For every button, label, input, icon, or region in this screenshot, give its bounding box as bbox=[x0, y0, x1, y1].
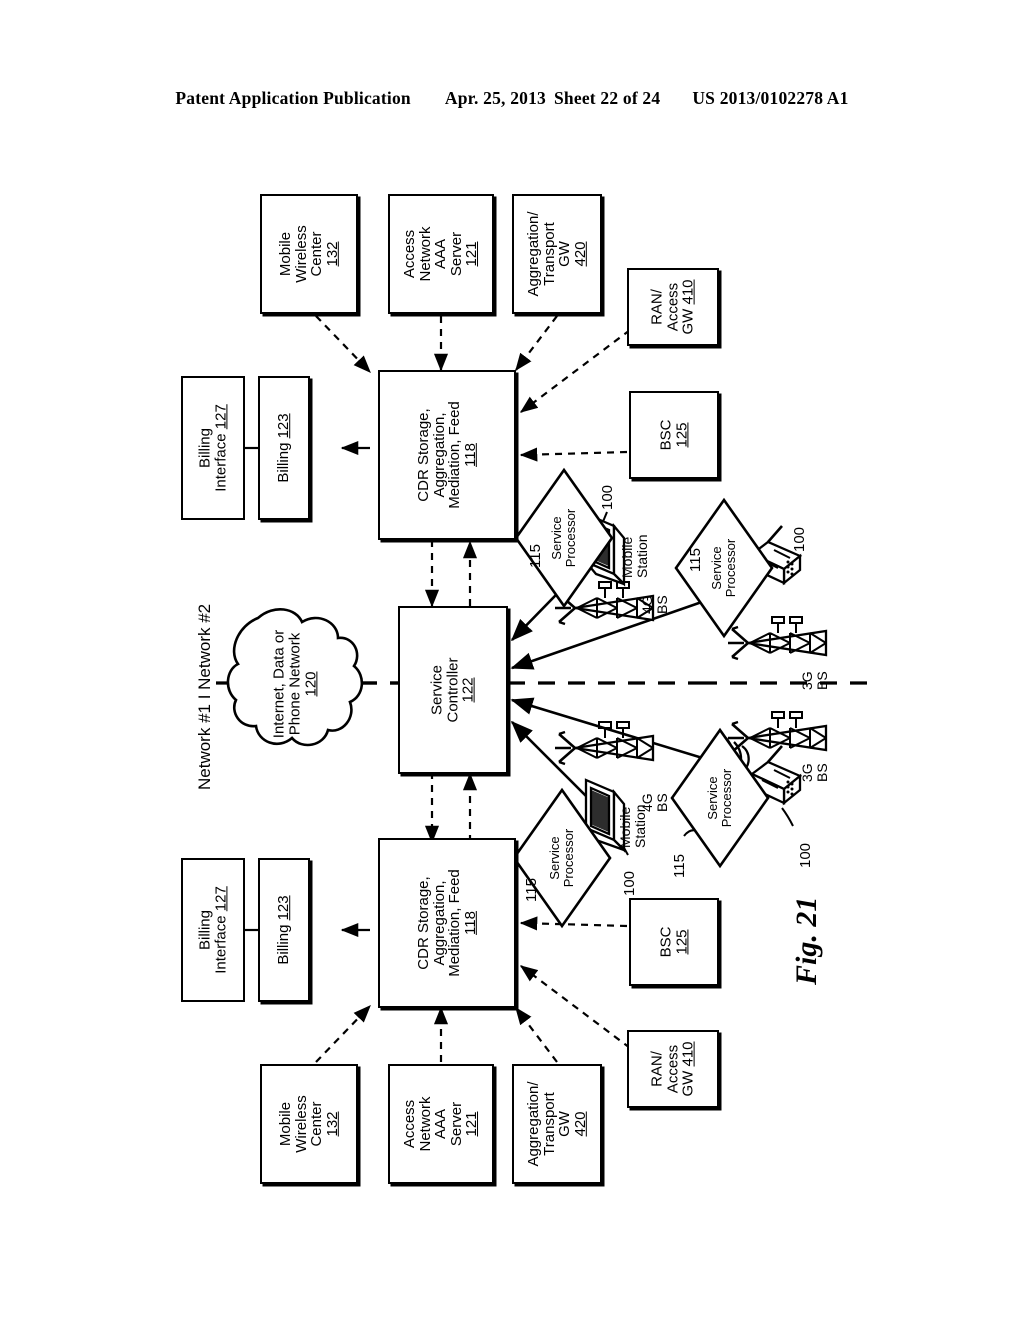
network-divider-label: Network #1 I Network #2 bbox=[195, 603, 214, 790]
service-processor-top-a: Service Processor bbox=[516, 470, 612, 606]
box-billing-top[interactable]: Billing 123 bbox=[258, 376, 310, 520]
box-label: Billing 123 bbox=[275, 413, 293, 483]
service-processor-bottom-b: Service Processor bbox=[672, 730, 768, 866]
box-label: BSC 125 bbox=[657, 926, 690, 958]
box-billing-interface-top[interactable]: Billing Interface 127 bbox=[181, 376, 245, 520]
diamond-label: Service Processor bbox=[549, 508, 578, 568]
box-ran-access-gw-top[interactable]: RAN/ Access GW 410 bbox=[627, 268, 719, 346]
box-label: Access Network AAA Server 121 bbox=[401, 226, 481, 282]
ref-100-bottom-b: 100 bbox=[797, 842, 814, 868]
ref-100-bottom-a: 100 bbox=[621, 870, 638, 896]
box-access-network-aaa-server-bottom[interactable]: Access Network AAA Server 121 bbox=[388, 1064, 494, 1184]
box-label: Aggregation/ Transport GW 420 bbox=[524, 211, 589, 297]
box-label: Access Network AAA Server 121 bbox=[401, 1096, 481, 1152]
diamond-label: Service Processor bbox=[547, 828, 576, 888]
box-label: CDR Storage, Aggregation, Mediation, Fee… bbox=[414, 401, 479, 509]
ref-115-top-b: 115 bbox=[687, 548, 704, 572]
box-label: RAN/ Access GW 410 bbox=[648, 279, 697, 335]
box-label: Billing Interface 127 bbox=[196, 404, 229, 492]
ref-100-top-b: 100 bbox=[791, 526, 808, 552]
ref-115-bottom-b: 115 bbox=[671, 854, 688, 878]
box-label: CDR Storage, Aggregation, Mediation, Fee… bbox=[414, 869, 479, 977]
box-service-controller[interactable]: Service Controller 122 bbox=[398, 606, 508, 774]
box-mobile-wireless-center-top[interactable]: Mobile Wireless Center 132 bbox=[260, 194, 358, 314]
diamond-label: Service Processor bbox=[705, 768, 734, 828]
patent-figure-21: Mobile Wireless Center 132 Access Networ… bbox=[0, 0, 1024, 1320]
mobile-station-label-top: Mobile Station bbox=[619, 534, 650, 578]
box-mobile-wireless-center-bottom[interactable]: Mobile Wireless Center 132 bbox=[260, 1064, 358, 1184]
service-processor-bottom-a: Service Processor bbox=[514, 790, 610, 926]
box-label: Aggregation/ Transport GW 420 bbox=[524, 1081, 589, 1167]
box-label: Mobile Wireless Center 132 bbox=[276, 1095, 341, 1153]
box-label: Mobile Wireless Center 132 bbox=[276, 225, 341, 283]
bs-4g-label-bottom: 4G BS bbox=[639, 793, 670, 812]
cloud-internet-data-phone-network: Internet, Data or Phone Network 120 bbox=[230, 604, 360, 764]
cloud-label: Internet, Data or Phone Network 120 bbox=[270, 629, 319, 739]
box-label: RAN/ Access GW 410 bbox=[648, 1041, 697, 1097]
ref-100-top-a: 100 bbox=[599, 484, 616, 510]
box-aggregation-transport-gw-top[interactable]: Aggregation/ Transport GW 420 bbox=[512, 194, 602, 314]
diamond-label: Service Processor bbox=[709, 538, 738, 598]
box-cdr-storage-bottom[interactable]: CDR Storage, Aggregation, Mediation, Fee… bbox=[378, 838, 516, 1008]
tower-4g-bottom bbox=[555, 721, 655, 766]
box-ran-access-gw-bottom[interactable]: RAN/ Access GW 410 bbox=[627, 1030, 719, 1108]
box-label: Service Controller 122 bbox=[428, 657, 477, 723]
box-aggregation-transport-gw-bottom[interactable]: Aggregation/ Transport GW 420 bbox=[512, 1064, 602, 1184]
box-billing-interface-bottom[interactable]: Billing Interface 127 bbox=[181, 858, 245, 1002]
box-label: BSC 125 bbox=[657, 419, 690, 451]
bs-4g-label-top: 4G BS bbox=[639, 595, 670, 614]
ref-115-bottom-a: 115 bbox=[523, 878, 540, 902]
box-label: Billing 123 bbox=[275, 895, 293, 965]
box-bsc-top[interactable]: BSC 125 bbox=[629, 391, 719, 479]
bs-3g-label-bottom: 3G BS bbox=[799, 763, 830, 782]
figure-caption: Fig. 21 bbox=[790, 896, 823, 985]
box-label: Billing Interface 127 bbox=[196, 886, 229, 974]
bs-3g-label-top: 3G BS bbox=[799, 671, 830, 690]
box-bsc-bottom[interactable]: BSC 125 bbox=[629, 898, 719, 986]
box-cdr-storage-top[interactable]: CDR Storage, Aggregation, Mediation, Fee… bbox=[378, 370, 516, 540]
box-billing-bottom[interactable]: Billing 123 bbox=[258, 858, 310, 1002]
box-access-network-aaa-server-top[interactable]: Access Network AAA Server 121 bbox=[388, 194, 494, 314]
ref-115-top-a: 115 bbox=[527, 544, 544, 568]
